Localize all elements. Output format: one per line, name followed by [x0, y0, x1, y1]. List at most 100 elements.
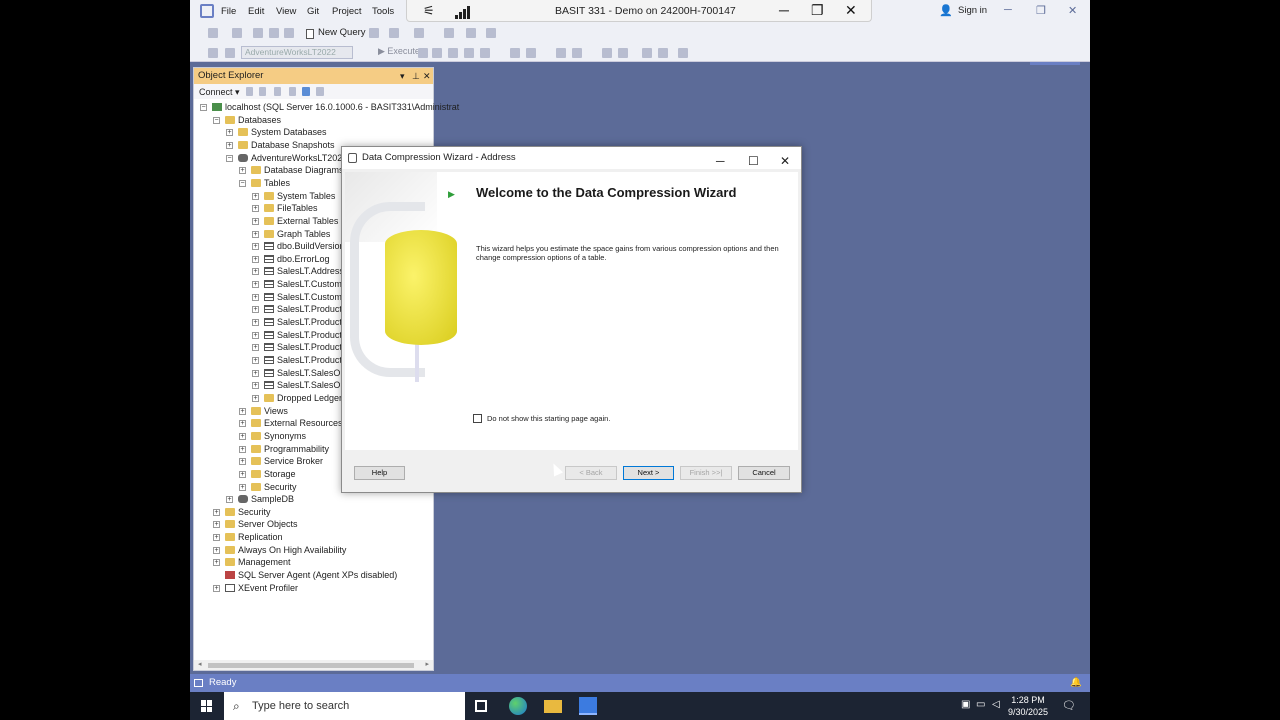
restore-icon[interactable]: ❐ — [1036, 4, 1046, 17]
scroll-right-icon[interactable]: ▸ — [425, 660, 429, 668]
expand-icon[interactable]: + — [226, 141, 233, 149]
include-plan-icon[interactable] — [510, 48, 520, 58]
tree-node[interactable]: + SalesLT.ProductC — [252, 316, 348, 328]
dont-show-checkbox[interactable]: Do not show this starting page again. — [473, 414, 610, 423]
tree-node[interactable]: + Database Diagrams — [239, 164, 344, 176]
tree-node[interactable]: − Databases — [213, 114, 281, 126]
results-text-icon[interactable] — [556, 48, 566, 58]
tree-node[interactable]: + SalesLT.ProductD — [252, 329, 348, 341]
tree-node[interactable]: + dbo.BuildVersion — [252, 240, 345, 252]
specify-values-icon[interactable] — [678, 48, 688, 58]
windows-start-icon[interactable] — [201, 700, 213, 712]
query-options-icon[interactable] — [464, 48, 474, 58]
tree-node[interactable]: + Views — [239, 405, 288, 417]
tree-node[interactable]: + Management — [213, 556, 291, 568]
close-icon[interactable]: ✕ — [1068, 4, 1077, 17]
expand-icon[interactable]: + — [252, 357, 259, 364]
rd-restore-icon[interactable]: ❐ — [811, 2, 824, 19]
expand-icon[interactable]: + — [213, 521, 220, 529]
rd-minimize-icon[interactable]: ─ — [779, 2, 789, 18]
tree-node[interactable]: − Tables — [239, 177, 290, 189]
menu-git[interactable]: Git — [307, 6, 319, 17]
expand-icon[interactable]: + — [239, 445, 246, 453]
expand-icon[interactable]: + — [239, 483, 246, 491]
monitor-tray-icon[interactable]: ▣ — [961, 699, 970, 710]
expand-icon[interactable]: + — [252, 382, 259, 390]
uncomment-icon[interactable] — [618, 48, 628, 58]
cancel-query-icon[interactable] — [418, 48, 428, 58]
tree-node[interactable]: + Service Broker — [239, 455, 323, 467]
scroll-left-icon[interactable]: ◂ — [198, 660, 202, 668]
tree-node[interactable]: + External Resources — [239, 417, 343, 429]
results-grid-icon[interactable] — [572, 48, 582, 58]
tree-node[interactable]: − localhost (SQL Server 16.0.1000.6 - BAS… — [200, 101, 459, 113]
expand-icon[interactable]: + — [252, 230, 259, 238]
expand-icon[interactable]: + — [213, 584, 220, 592]
ssms-taskbar-icon[interactable] — [579, 697, 597, 715]
new-query-button[interactable]: New Query — [318, 27, 366, 38]
menu-view[interactable]: View — [276, 6, 296, 17]
tree-node[interactable]: + System Databases — [226, 126, 327, 138]
activity-icon[interactable] — [316, 87, 324, 96]
tree-node[interactable]: + SalesLT.Custome — [252, 291, 347, 303]
expand-icon[interactable]: + — [252, 281, 259, 289]
expand-icon[interactable]: + — [252, 319, 259, 327]
expand-icon[interactable]: + — [252, 268, 259, 276]
comment-icon[interactable] — [602, 48, 612, 58]
connect-object-icon[interactable] — [246, 87, 253, 96]
connect-icon[interactable] — [208, 48, 218, 58]
tree-node[interactable]: SQL Server Agent (Agent XPs disabled) — [213, 569, 397, 581]
refresh-icon[interactable] — [302, 87, 310, 96]
edge-browser-icon[interactable] — [509, 697, 527, 715]
cancel-button[interactable]: Cancel — [738, 466, 790, 480]
parse-icon[interactable] — [432, 48, 442, 58]
expand-icon[interactable]: + — [252, 331, 259, 339]
tree-node[interactable]: + System Tables — [252, 190, 335, 202]
tree-node[interactable]: + Dropped Ledger T — [252, 392, 350, 404]
expand-icon[interactable]: + — [252, 243, 259, 251]
query-icon[interactable] — [369, 28, 379, 38]
tree-node[interactable]: + External Tables — [252, 215, 338, 227]
tree-node[interactable]: + dbo.ErrorLog — [252, 253, 330, 265]
expand-icon[interactable]: + — [213, 546, 220, 554]
forward-nav-icon[interactable] — [232, 28, 242, 38]
sign-in-button[interactable]: Sign in — [958, 5, 987, 16]
expand-icon[interactable]: + — [252, 394, 259, 402]
help-button[interactable]: Help — [354, 466, 405, 480]
properties-icon[interactable] — [486, 28, 496, 38]
expand-icon[interactable]: + — [252, 306, 259, 314]
expand-icon[interactable]: + — [226, 496, 233, 504]
notifications-icon[interactable]: 🗨 — [1062, 699, 1076, 712]
back-button[interactable]: < Back — [565, 466, 617, 480]
tree-node[interactable]: + Programmability — [239, 443, 329, 455]
tree-node[interactable]: + Replication — [213, 531, 283, 543]
taskbar-search-box[interactable]: ⌕ Type here to search — [224, 692, 465, 720]
menu-project[interactable]: Project — [332, 6, 362, 17]
expand-icon[interactable]: + — [213, 508, 220, 516]
network-tray-icon[interactable]: ▭ — [976, 699, 985, 710]
connect-button[interactable]: Connect ▾ — [199, 87, 240, 98]
menu-tools[interactable]: Tools — [372, 6, 394, 17]
tree-node[interactable]: + Always On High Availability — [213, 544, 346, 556]
save-icon[interactable] — [269, 28, 279, 38]
disconnect-icon[interactable] — [259, 87, 266, 96]
tree-node[interactable]: + SalesLT.Product — [252, 303, 342, 315]
expand-icon[interactable]: + — [252, 369, 259, 377]
expand-icon[interactable]: + — [226, 129, 233, 137]
expand-icon[interactable]: + — [239, 167, 246, 175]
expand-icon[interactable]: + — [252, 192, 259, 200]
open-file-icon[interactable] — [253, 28, 263, 38]
task-view-icon[interactable] — [475, 700, 487, 712]
expand-icon[interactable]: + — [239, 458, 246, 466]
outdent-icon[interactable] — [658, 48, 668, 58]
expand-icon[interactable]: + — [252, 293, 259, 301]
tree-node[interactable]: + Storage — [239, 468, 296, 480]
filter-icon[interactable] — [289, 87, 296, 96]
collapse-icon[interactable]: − — [226, 154, 233, 162]
menu-edit[interactable]: Edit — [248, 6, 264, 17]
collapse-icon[interactable]: − — [200, 104, 207, 111]
minimize-icon[interactable]: ─ — [1004, 4, 1012, 16]
checkbox-box[interactable] — [473, 414, 482, 423]
expand-icon[interactable]: + — [239, 420, 246, 428]
volume-tray-icon[interactable]: ◁ — [992, 699, 1000, 710]
